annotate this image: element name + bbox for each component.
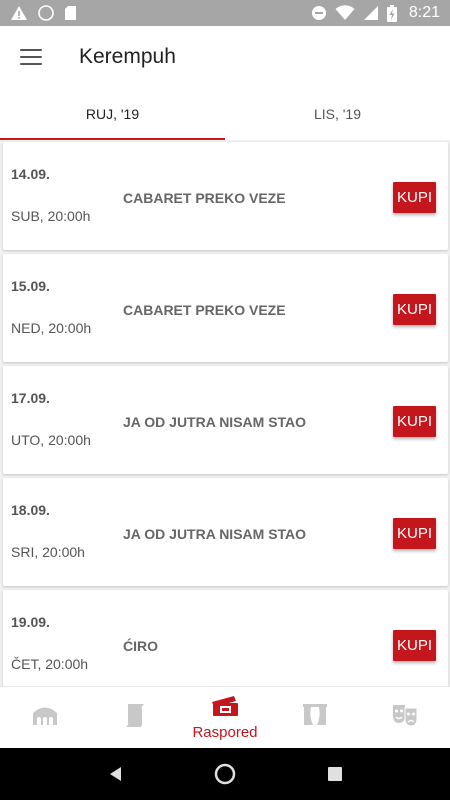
ticket-icon (210, 695, 240, 722)
hamburger-menu-icon[interactable] (20, 49, 42, 65)
back-icon[interactable] (95, 754, 135, 794)
sd-card-icon (64, 5, 77, 21)
event-date: 19.09. (11, 614, 50, 630)
nav-item-raspored[interactable]: Raspored (180, 687, 270, 748)
dnd-icon (311, 5, 327, 21)
month-tabs: RUJ, '19 LIS, '19 (0, 88, 450, 140)
wifi-icon (335, 5, 355, 21)
home-icon[interactable] (205, 754, 245, 794)
theater-building-icon (31, 703, 59, 732)
buy-button[interactable]: KUPI (393, 182, 436, 213)
event-date: 15.09. (11, 278, 50, 294)
event-card[interactable]: 17.09. UTO, 20:00h JA OD JUTRA NISAM STA… (3, 366, 448, 474)
nav-item-theater[interactable] (0, 687, 90, 748)
event-time: SUB, 20:00h (11, 208, 91, 224)
event-title: CABARET PREKO VEZE (123, 302, 286, 318)
app-bar: Kerempuh (0, 26, 450, 88)
status-bar: 8:21 (0, 0, 450, 26)
event-card[interactable]: 14.09. SUB, 20:00h CABARET PREKO VEZE KU… (3, 142, 448, 250)
status-time: 8:21 (408, 4, 440, 21)
status-left (10, 5, 77, 21)
event-title: JA OD JUTRA NISAM STAO (123, 526, 307, 542)
app-title: Kerempuh (79, 45, 176, 68)
system-nav-bar (0, 748, 450, 800)
event-card[interactable]: 19.09. ČET, 20:00h ĆIRO KUPI (3, 590, 448, 686)
bottom-nav: Raspored (0, 686, 450, 748)
tab-ruj-19[interactable]: RUJ, '19 (0, 88, 225, 140)
circle-icon (38, 5, 54, 21)
event-title: CABARET PREKO VEZE (123, 190, 286, 206)
event-list: 14.09. SUB, 20:00h CABARET PREKO VEZE KU… (0, 140, 450, 686)
battery-charging-icon (386, 4, 397, 22)
recents-icon[interactable] (315, 754, 355, 794)
event-time: UTO, 20:00h (11, 432, 91, 448)
buy-button[interactable]: KUPI (393, 518, 436, 549)
stage-curtain-icon (302, 703, 328, 732)
status-right: 8:21 (311, 4, 440, 22)
buy-button[interactable]: KUPI (393, 630, 436, 661)
nav-item-stage[interactable] (270, 687, 360, 748)
event-time: SRI, 20:00h (11, 544, 85, 560)
nav-label-raspored: Raspored (192, 723, 258, 741)
event-card[interactable]: 15.09. NED, 20:00h CABARET PREKO VEZE KU… (3, 254, 448, 362)
event-card[interactable]: 18.09. SRI, 20:00h JA OD JUTRA NISAM STA… (3, 478, 448, 586)
event-date: 18.09. (11, 502, 50, 518)
event-date: 17.09. (11, 390, 50, 406)
buy-button[interactable]: KUPI (393, 406, 436, 437)
nav-item-scroll[interactable] (90, 687, 180, 748)
theater-masks-icon (391, 703, 419, 732)
event-date: 14.09. (11, 166, 50, 182)
event-title: JA OD JUTRA NISAM STAO (123, 414, 307, 430)
event-title: ĆIRO (123, 638, 158, 654)
nav-item-masks[interactable] (360, 687, 450, 748)
event-time: NED, 20:00h (11, 320, 92, 336)
cell-signal-icon (363, 5, 379, 21)
buy-button[interactable]: KUPI (393, 294, 436, 325)
alert-icon (10, 5, 28, 21)
scroll-icon (123, 702, 147, 733)
event-time: ČET, 20:00h (11, 656, 89, 672)
tab-lis-19[interactable]: LIS, '19 (225, 88, 450, 140)
